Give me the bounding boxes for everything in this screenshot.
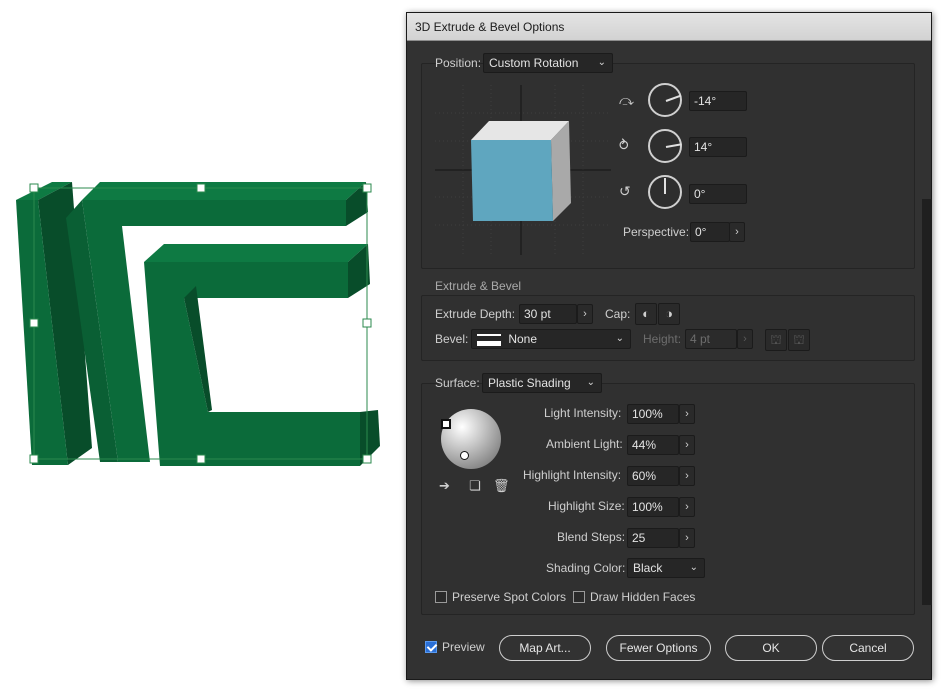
bevel-label: Bevel: <box>435 332 469 346</box>
surface-label: Surface: <box>435 376 480 390</box>
rotation-track-cube[interactable] <box>435 85 611 255</box>
rotate-y-icon: ⥁ <box>619 137 629 153</box>
lighting-sphere[interactable] <box>441 409 501 469</box>
rotate-z-icon: ↺ <box>619 183 631 199</box>
trash-icon[interactable]: 🗑 <box>493 478 510 494</box>
shading-color-value: Black <box>633 561 663 575</box>
rotate-z-dial[interactable] <box>648 175 682 209</box>
bevel-height-field: 4 pt <box>685 329 737 349</box>
rotate-z-field[interactable]: 0° <box>689 184 747 204</box>
new-light-icon[interactable]: ❏ <box>469 478 481 494</box>
fewer-options-button[interactable]: Fewer Options <box>606 635 711 661</box>
dialog-scrollbar[interactable] <box>922 199 932 605</box>
handle-bottom-left <box>29 454 39 464</box>
blend-steps-slider-button[interactable]: › <box>679 528 695 548</box>
light-intensity-label: Light Intensity: <box>544 406 622 420</box>
highlight-size-field[interactable]: 100% <box>627 497 679 517</box>
shading-color-label: Shading Color: <box>546 561 626 575</box>
handle-top-middle <box>196 183 206 193</box>
rotate-y-field[interactable]: 14° <box>689 137 747 157</box>
cap-label: Cap: <box>605 307 631 321</box>
extrude-depth-slider-button[interactable]: › <box>577 304 593 324</box>
handle-top-left <box>29 183 39 193</box>
chevron-down-icon: ⌄ <box>597 57 606 68</box>
extrude-depth-field[interactable]: 30 pt <box>519 304 577 324</box>
rotate-x-field[interactable]: -14° <box>689 91 747 111</box>
ok-button[interactable]: OK <box>725 635 817 661</box>
rotate-x-icon: ⤼ <box>619 92 634 108</box>
light-intensity-field[interactable]: 100% <box>627 404 679 424</box>
bevel-preview-icon <box>477 333 501 346</box>
highlight-intensity-slider-button[interactable]: › <box>679 466 695 486</box>
perspective-label: Perspective: <box>623 225 690 239</box>
cap-off-icon[interactable]: ◑ <box>658 303 680 325</box>
light-intensity-slider-button[interactable]: › <box>679 404 695 424</box>
draw-hidden-faces-checkbox[interactable] <box>573 591 585 603</box>
highlight-intensity-field[interactable]: 60% <box>627 466 679 486</box>
shading-color-dropdown[interactable]: Black ⌄ <box>627 558 705 578</box>
cancel-button[interactable]: Cancel <box>822 635 914 661</box>
surface-value: Plastic Shading <box>488 376 571 390</box>
extruded-letter-c-inner[interactable] <box>144 244 380 466</box>
light-source[interactable] <box>460 451 469 460</box>
extrude-bevel-dialog: 3D Extrude & Bevel Options Position: Cus… <box>406 12 932 680</box>
rotate-y-dial[interactable] <box>648 129 682 163</box>
handle-middle-right <box>362 318 372 328</box>
handle-top-right <box>362 183 372 193</box>
preserve-spot-colors-label: Preserve Spot Colors <box>452 590 567 604</box>
dialog-title: 3D Extrude & Bevel Options <box>407 13 931 41</box>
preview-checkbox[interactable] <box>425 641 437 653</box>
ambient-light-field[interactable]: 44% <box>627 435 679 455</box>
bevel-value: None <box>508 332 538 346</box>
handle-bottom-right <box>362 454 372 464</box>
bevel-height-label: Height: <box>643 332 682 346</box>
highlight-intensity-label: Highlight Intensity: <box>523 468 622 482</box>
bevel-height-slider-button: › <box>737 329 753 349</box>
surface-dropdown[interactable]: Plastic Shading ⌄ <box>482 373 602 393</box>
handle-bottom-middle <box>196 454 206 464</box>
chevron-down-icon: ⌄ <box>615 333 624 344</box>
preserve-spot-colors-checkbox[interactable] <box>435 591 447 603</box>
artwork-canvas <box>16 182 380 466</box>
preview-label: Preview <box>442 640 485 654</box>
ambient-light-slider-button[interactable]: › <box>679 435 695 455</box>
extrude-bevel-title: Extrude & Bevel <box>435 279 522 293</box>
cap-on-icon[interactable]: ◐ <box>635 303 657 325</box>
draw-hidden-faces-label: Draw Hidden Faces <box>590 590 696 604</box>
light-source-selected[interactable] <box>441 419 451 429</box>
position-dropdown[interactable]: Custom Rotation ⌄ <box>483 53 613 73</box>
rotate-x-dial[interactable] <box>648 83 682 117</box>
bevel-in-icon: ⛫ <box>788 329 810 351</box>
handle-middle-left <box>29 318 39 328</box>
perspective-slider-button[interactable]: › <box>729 222 745 242</box>
map-art-button[interactable]: Map Art... <box>499 635 591 661</box>
highlight-size-slider-button[interactable]: › <box>679 497 695 517</box>
move-light-back-icon[interactable]: ➔ <box>439 478 450 494</box>
chevron-down-icon: ⌄ <box>586 377 595 388</box>
bevel-out-icon: ⛫ <box>765 329 787 351</box>
position-value: Custom Rotation <box>489 56 579 70</box>
ambient-light-label: Ambient Light: <box>546 437 623 451</box>
highlight-size-label: Highlight Size: <box>548 499 625 513</box>
extrude-depth-label: Extrude Depth: <box>435 307 516 321</box>
chevron-down-icon: ⌄ <box>689 562 698 573</box>
blend-steps-label: Blend Steps: <box>557 530 626 544</box>
blend-steps-field[interactable]: 25 <box>627 528 679 548</box>
position-label: Position: <box>435 56 482 70</box>
perspective-field[interactable]: 0° <box>690 222 730 242</box>
bevel-dropdown[interactable]: None ⌄ <box>471 329 631 349</box>
